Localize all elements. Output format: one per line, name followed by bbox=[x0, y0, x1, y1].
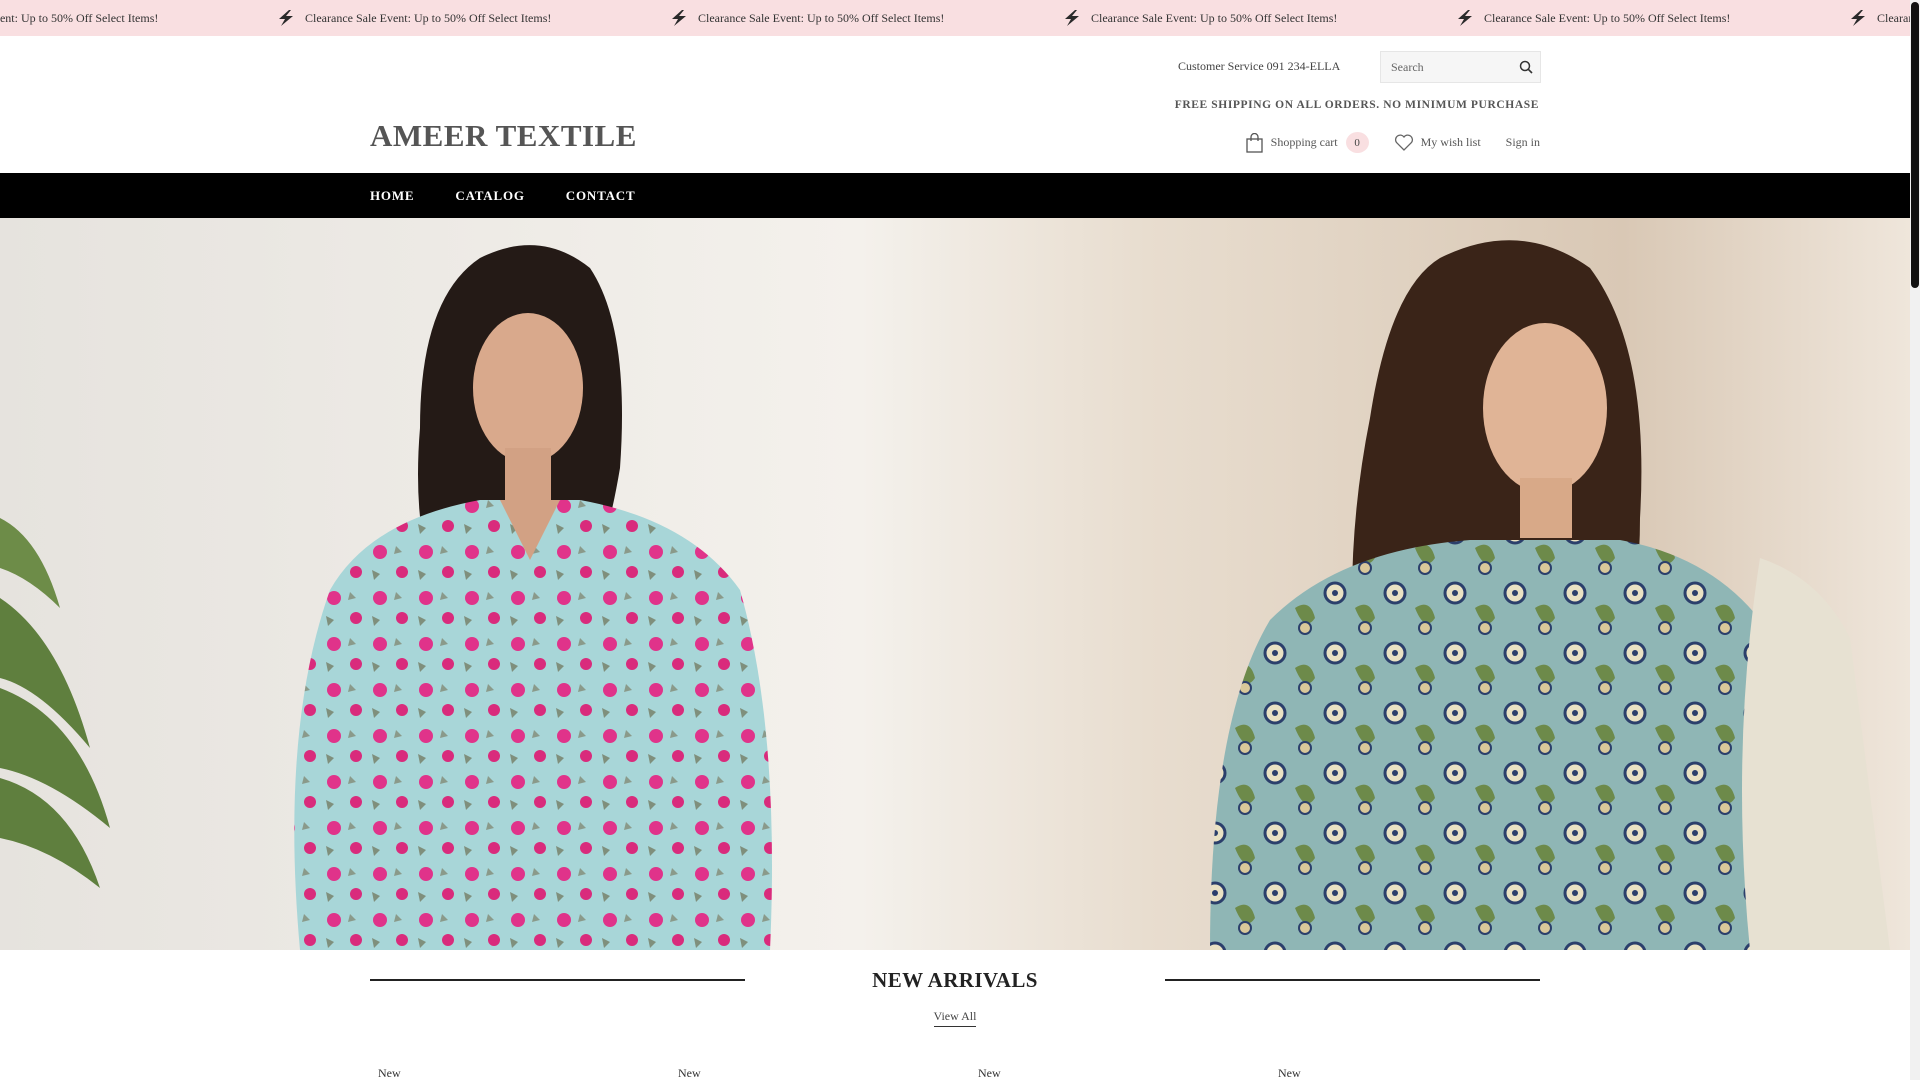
cart-count-badge: 0 bbox=[1345, 132, 1369, 153]
view-all-container: View All bbox=[0, 1009, 1910, 1027]
search-input[interactable] bbox=[1381, 52, 1506, 82]
scrollbar-thumb[interactable] bbox=[1911, 2, 1919, 288]
view-all-link[interactable]: View All bbox=[933, 1009, 977, 1027]
announcement-text: Clearance Sale Event: Up to 50% Off Sele… bbox=[305, 10, 552, 25]
product-new-label: New bbox=[678, 1066, 701, 1080]
sign-in-link[interactable]: Sign in bbox=[1506, 135, 1540, 150]
announcement-text: Clearance Sale Event: Up to 50% Off Sele… bbox=[1091, 10, 1338, 25]
heart-icon bbox=[1394, 134, 1413, 151]
site-header: AMEER TEXTILE Customer Service 091 234-E… bbox=[0, 36, 1910, 173]
announcement-item: Clearance Sale Event: Up to 50% Off Sele… bbox=[1454, 9, 1847, 27]
main-navigation: HOME CATALOG CONTACT bbox=[0, 173, 1910, 218]
section-header: NEW ARRIVALS bbox=[0, 968, 1910, 993]
hero-banner-image bbox=[0, 218, 1910, 950]
announcement-track: Clearance Sale Event: Up to 50% Off Sele… bbox=[0, 0, 1910, 36]
nav-item-contact[interactable]: CONTACT bbox=[566, 188, 636, 204]
lightning-icon bbox=[1851, 10, 1865, 26]
announcement-item: Clearance Sale Event: Up to 50% Off Sele… bbox=[668, 9, 1061, 27]
shopping-cart-label: Shopping cart bbox=[1270, 135, 1338, 149]
search-icon[interactable] bbox=[1518, 59, 1534, 75]
announcement-item: Clearance Sale Event: Up to 50% Off Sele… bbox=[0, 9, 275, 27]
product-new-label: New bbox=[1278, 1066, 1301, 1080]
search-box bbox=[1380, 51, 1541, 83]
customer-service-text: Customer Service 091 234-ELLA bbox=[1178, 59, 1341, 73]
wishlist-link[interactable]: My wish list bbox=[1394, 134, 1481, 151]
lightning-icon bbox=[1458, 10, 1472, 26]
announcement-text: Clearance Sale Event: Up to 50% Off Sele… bbox=[698, 10, 945, 25]
hero-banner[interactable] bbox=[0, 218, 1910, 950]
shopping-bag-icon bbox=[1245, 132, 1263, 153]
announcement-bar: Clearance Sale Event: Up to 50% Off Sele… bbox=[0, 0, 1910, 36]
announcement-text: Clearance Sale Event: Up to 50% Off Sele… bbox=[1877, 10, 1910, 25]
announcement-text: Clearance Sale Event: Up to 50% Off Sele… bbox=[1484, 10, 1731, 25]
free-shipping-text: FREE SHIPPING ON ALL ORDERS. NO MINIMUM … bbox=[1174, 99, 1539, 111]
lightning-icon bbox=[279, 10, 293, 26]
announcement-item: Clearance Sale Event: Up to 50% Off Sele… bbox=[1847, 9, 1910, 27]
nav-item-home[interactable]: HOME bbox=[370, 188, 414, 204]
lightning-icon bbox=[672, 10, 686, 26]
product-new-label: New bbox=[378, 1066, 401, 1080]
product-new-label: New bbox=[978, 1066, 1001, 1080]
shopping-cart-link[interactable]: Shopping cart 0 bbox=[1245, 132, 1369, 153]
header-links: Shopping cart 0 My wish list Sign in bbox=[1245, 132, 1540, 153]
nav-item-catalog[interactable]: CATALOG bbox=[455, 188, 524, 204]
wishlist-label: My wish list bbox=[1420, 135, 1481, 149]
announcement-item: Clearance Sale Event: Up to 50% Off Sele… bbox=[275, 9, 668, 27]
announcement-text: Clearance Sale Event: Up to 50% Off Sele… bbox=[0, 10, 159, 25]
section-title: NEW ARRIVALS bbox=[872, 968, 1038, 992]
lightning-icon bbox=[1065, 10, 1079, 26]
site-logo[interactable]: AMEER TEXTILE bbox=[370, 118, 637, 154]
announcement-item: Clearance Sale Event: Up to 50% Off Sele… bbox=[1061, 9, 1454, 27]
